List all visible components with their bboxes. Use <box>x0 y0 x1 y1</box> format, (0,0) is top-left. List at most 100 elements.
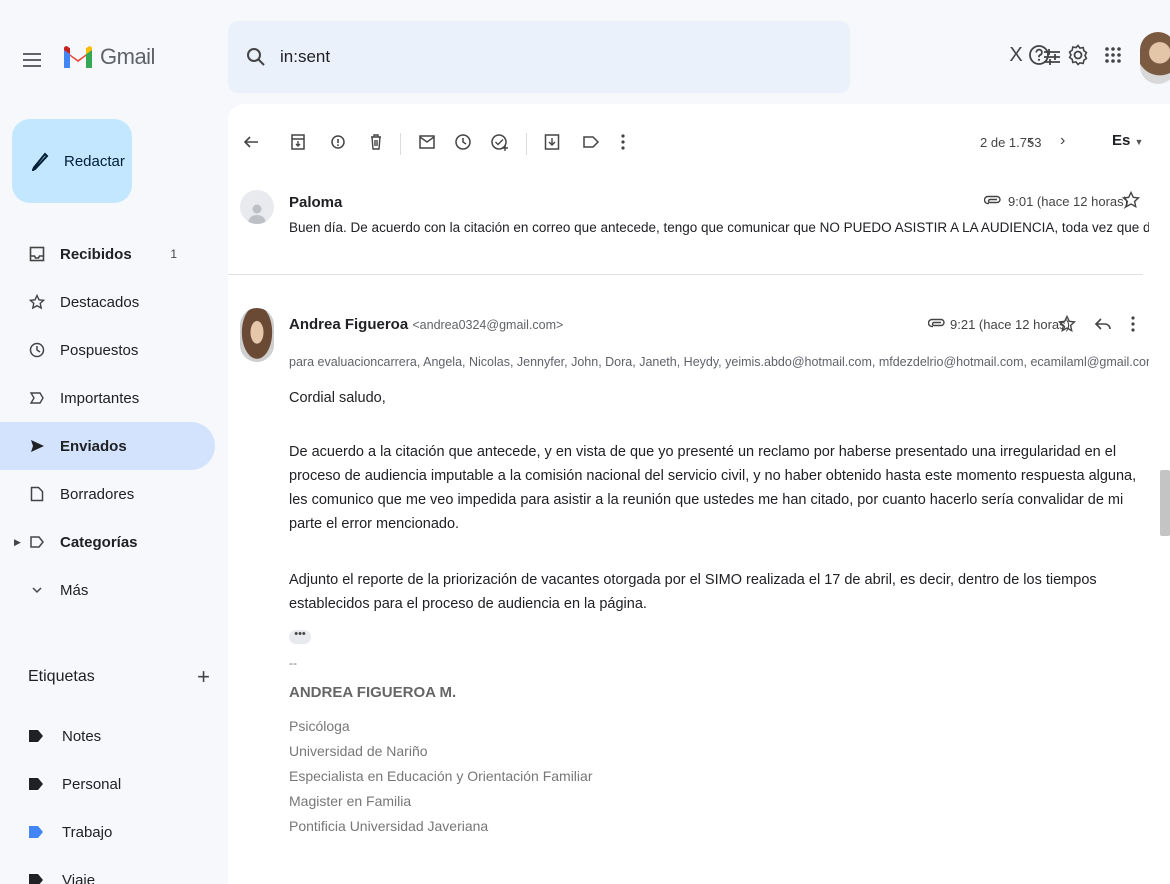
sidebar-item-label: Enviados <box>60 437 127 455</box>
label-name: Viaje <box>62 871 96 884</box>
label-tag-icon <box>28 825 44 839</box>
search-input[interactable] <box>280 43 780 71</box>
label-item-personal[interactable]: Personal <box>0 760 215 808</box>
sidebar-item-label: Recibidos <box>60 245 132 263</box>
sidebar-item-snoozed[interactable]: Pospuestos <box>0 326 215 374</box>
message-time: 9:01 (hace 12 horas) <box>1008 194 1128 209</box>
label-tag-icon <box>28 777 44 791</box>
delete-icon[interactable] <box>368 133 384 151</box>
signature-line: Pontificia Universidad Javeriana <box>289 818 489 834</box>
back-arrow-icon[interactable] <box>242 133 260 151</box>
message-divider <box>228 274 1143 275</box>
draft-icon <box>28 486 46 502</box>
inbox-icon <box>28 246 46 262</box>
star-icon <box>28 294 46 310</box>
input-tools-button[interactable]: Es ▼ <box>1112 132 1143 149</box>
sidebar-item-starred[interactable]: Destacados <box>0 278 215 326</box>
more-vert-icon[interactable] <box>620 133 626 151</box>
message-greeting: Cordial saludo, <box>289 390 386 406</box>
expand-arrow-icon[interactable]: ▶ <box>14 537 21 548</box>
message-toolbar: 2 de 1.753 ‹ › Es ▼ <box>228 104 1170 180</box>
scrollbar-thumb[interactable] <box>1160 470 1170 536</box>
sidebar-item-label: Importantes <box>60 389 140 407</box>
message-paragraph: Adjunto el reporte de la priorización de… <box>289 572 1097 612</box>
clock-icon <box>28 342 46 358</box>
sender-line: Andrea Figueroa <andrea0324@gmail.com> <box>289 316 563 333</box>
mark-unread-icon[interactable] <box>418 133 436 151</box>
chevron-down-icon <box>28 583 46 597</box>
gmail-m-icon <box>64 46 92 68</box>
message-snippet: Buen día. De acuerdo con la citación en … <box>289 220 1149 235</box>
pencil-icon <box>32 151 50 171</box>
label-outline-icon <box>28 534 46 550</box>
add-task-icon[interactable] <box>490 133 510 151</box>
signature-name: ANDREA FIGUEROA M. <box>289 684 457 701</box>
snooze-icon[interactable] <box>454 133 472 151</box>
label-icon[interactable] <box>582 133 600 151</box>
sidebar-item-label: Más <box>60 581 89 599</box>
hamburger-icon <box>23 53 41 67</box>
settings-gear-icon[interactable] <box>1066 43 1090 67</box>
report-spam-icon[interactable] <box>330 133 346 151</box>
sidebar-item-drafts[interactable]: Borradores <box>0 470 215 518</box>
unread-count: 1 <box>170 247 177 261</box>
toolbar-divider <box>400 133 401 155</box>
label-item-trabajo[interactable]: Trabajo <box>0 808 215 856</box>
apps-grid-icon[interactable] <box>1104 46 1122 64</box>
labels-list: Notes Personal Trabajo Viaje <box>0 712 215 884</box>
signature-separator: -- <box>289 656 297 670</box>
gmail-logo[interactable]: Gmail <box>62 44 155 70</box>
label-tag-icon <box>28 729 44 743</box>
more-vert-icon[interactable] <box>1130 315 1136 333</box>
signature-line: Psicóloga <box>289 718 350 734</box>
star-icon[interactable] <box>1058 315 1076 333</box>
help-icon[interactable] <box>1028 44 1050 66</box>
labels-header: Etiquetas + <box>28 662 210 692</box>
archive-icon[interactable] <box>290 133 306 151</box>
sidebar-item-more[interactable]: Más <box>0 566 215 614</box>
add-label-button[interactable]: + <box>197 664 210 690</box>
newer-message-button[interactable]: ‹ <box>1028 132 1033 150</box>
sender-name: Andrea Figueroa <box>289 316 409 333</box>
app-name: Gmail <box>100 44 155 69</box>
reply-icon[interactable] <box>1094 315 1112 333</box>
main-menu-button[interactable] <box>20 48 44 72</box>
recipients-details[interactable]: para evaluacioncarrera, Angela, Nicolas,… <box>289 354 1149 369</box>
search-bar: X <box>228 21 1060 93</box>
sidebar-nav: Recibidos 1 Destacados Pospuestos Import… <box>0 230 215 614</box>
star-icon[interactable] <box>1122 191 1140 209</box>
sidebar-item-important[interactable]: Importantes <box>0 374 215 422</box>
sidebar-item-inbox[interactable]: Recibidos 1 <box>0 230 215 278</box>
sender-name: Paloma <box>289 194 343 211</box>
account-avatar[interactable] <box>1140 32 1170 84</box>
label-item-notes[interactable]: Notes <box>0 712 215 760</box>
signature-line: Universidad de Nariño <box>289 743 428 759</box>
label-tag-icon <box>28 873 44 884</box>
search-icon[interactable] <box>246 47 266 67</box>
sidebar-item-sent[interactable]: Enviados <box>0 422 215 470</box>
toolbar-divider <box>526 133 527 155</box>
sidebar-item-label: Categorías <box>60 533 138 551</box>
message-time: 9:21 (hace 12 horas) <box>950 317 1070 332</box>
message-paragraph: De acuerdo a la citación que antecede, y… <box>289 444 1137 532</box>
sidebar-item-label: Borradores <box>60 485 135 503</box>
label-item-viaje[interactable]: Viaje <box>0 856 215 884</box>
labels-title: Etiquetas <box>28 668 95 685</box>
clear-search-button[interactable]: X <box>1004 44 1028 67</box>
older-message-button[interactable]: › <box>1060 132 1065 150</box>
sender-avatar[interactable] <box>240 308 274 362</box>
sidebar-item-categories[interactable]: ▶ Categorías <box>0 518 215 566</box>
label-name: Notes <box>62 727 102 745</box>
input-language: Es <box>1112 132 1131 149</box>
dropdown-caret-icon: ▼ <box>1134 137 1144 147</box>
label-name: Trabajo <box>62 823 113 841</box>
sidebar-item-label: Destacados <box>60 293 140 311</box>
attachment-icon <box>928 317 946 329</box>
attachment-icon <box>984 194 1002 206</box>
move-to-icon[interactable] <box>544 133 560 151</box>
message-view: 2 de 1.753 ‹ › Es ▼ Paloma Buen día. De … <box>228 104 1170 884</box>
show-trimmed-content-button[interactable]: ••• <box>289 629 311 644</box>
compose-button[interactable]: Redactar <box>12 119 132 203</box>
collapsed-message[interactable]: Paloma Buen día. De acuerdo con la citac… <box>228 180 1170 276</box>
label-name: Personal <box>62 775 122 793</box>
